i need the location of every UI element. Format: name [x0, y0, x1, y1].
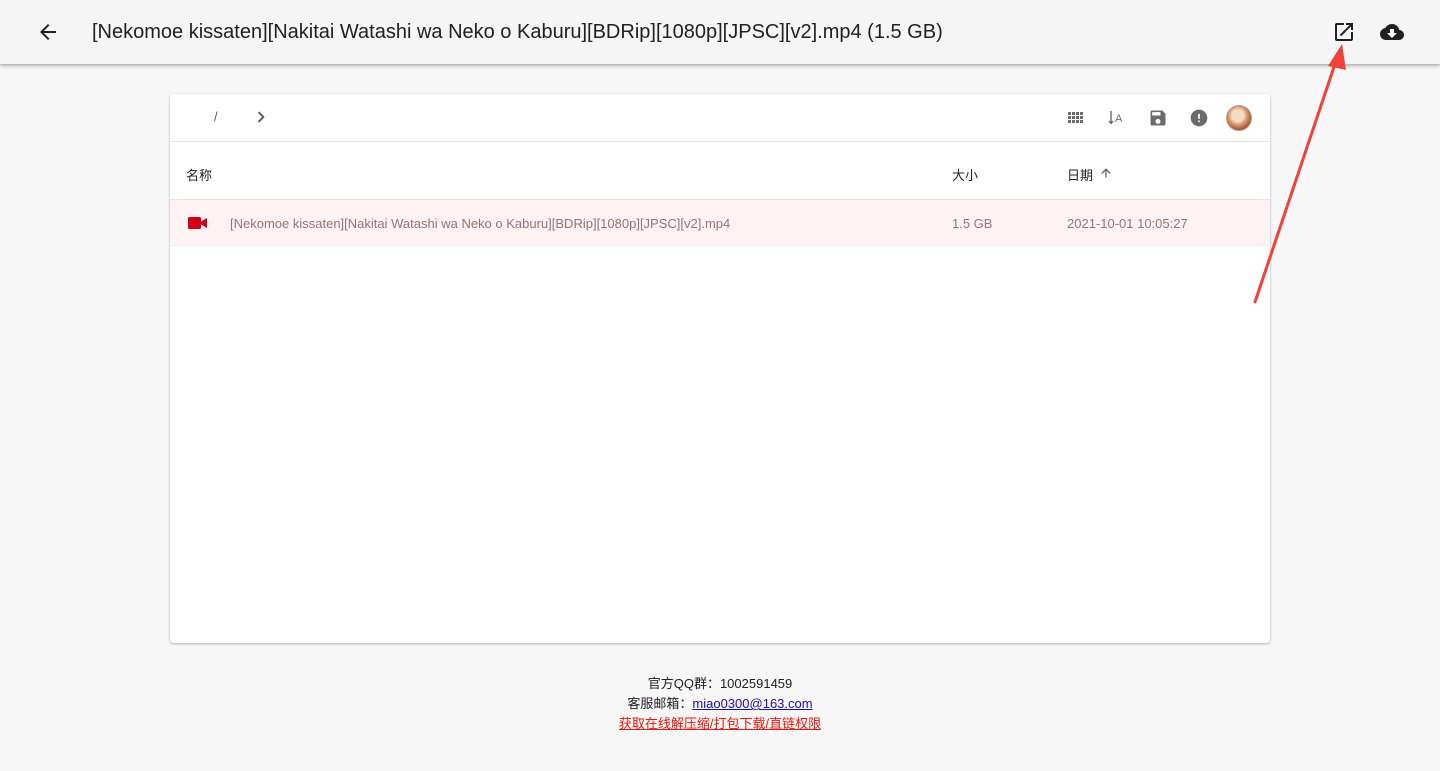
arrow-left-icon	[36, 20, 60, 44]
file-list-card: / A 名称 大小 日期 [Nekomoe kissaten][Nakitai …	[170, 94, 1270, 643]
support-email-label: 客服邮箱：	[627, 696, 693, 711]
table-row[interactable]: [Nekomoe kissaten][Nakitai Watashi wa Ne…	[170, 200, 1270, 246]
open-in-new-button[interactable]	[1324, 12, 1364, 52]
card-toolbar: / A	[170, 94, 1270, 142]
save-icon[interactable]	[1146, 106, 1170, 130]
sort-alpha-icon[interactable]: A	[1105, 106, 1129, 130]
file-title: [Nekomoe kissaten][Nakitai Watashi wa Ne…	[92, 21, 943, 43]
column-header-size[interactable]: 大小	[952, 165, 978, 184]
app-bar: [Nekomoe kissaten][Nakitai Watashi wa Ne…	[0, 0, 1440, 64]
arrow-up-icon	[1099, 166, 1113, 183]
breadcrumb-root[interactable]: /	[214, 109, 218, 124]
chevron-right-icon[interactable]	[250, 106, 272, 128]
avatar[interactable]	[1226, 105, 1252, 131]
column-header-date-label: 日期	[1067, 168, 1094, 183]
support-email-line: 客服邮箱：miao0300@163.com	[0, 694, 1440, 714]
permissions-promo-link[interactable]: 获取在线解压缩/打包下载/直链权限	[619, 716, 821, 731]
cloud-download-icon	[1380, 20, 1404, 44]
table-header: 名称 大小 日期	[170, 143, 1270, 200]
video-camera-icon	[188, 215, 208, 234]
file-name: [Nekomoe kissaten][Nakitai Watashi wa Ne…	[230, 216, 731, 231]
promo-line: 获取在线解压缩/打包下载/直链权限	[0, 714, 1440, 734]
footer: 官方QQ群：1002591459 客服邮箱：miao0300@163.com 获…	[0, 674, 1440, 734]
info-alert-icon[interactable]	[1187, 106, 1211, 130]
qq-group-number: 1002591459	[719, 676, 793, 691]
open-in-new-icon	[1332, 20, 1356, 44]
download-button[interactable]	[1372, 12, 1412, 52]
grid-view-icon[interactable]	[1064, 106, 1088, 130]
qq-group-line: 官方QQ群：1002591459	[0, 674, 1440, 694]
qq-group-label: 官方QQ群：	[647, 676, 720, 691]
file-size: 1.5 GB	[952, 216, 993, 231]
support-email-link[interactable]: miao0300@163.com	[692, 696, 812, 711]
svg-text:A: A	[1115, 113, 1123, 125]
file-date: 2021-10-01 10:05:27	[1067, 216, 1188, 231]
column-header-name[interactable]: 名称	[186, 165, 212, 184]
back-button[interactable]	[28, 12, 68, 52]
column-header-date[interactable]: 日期	[1067, 165, 1113, 184]
